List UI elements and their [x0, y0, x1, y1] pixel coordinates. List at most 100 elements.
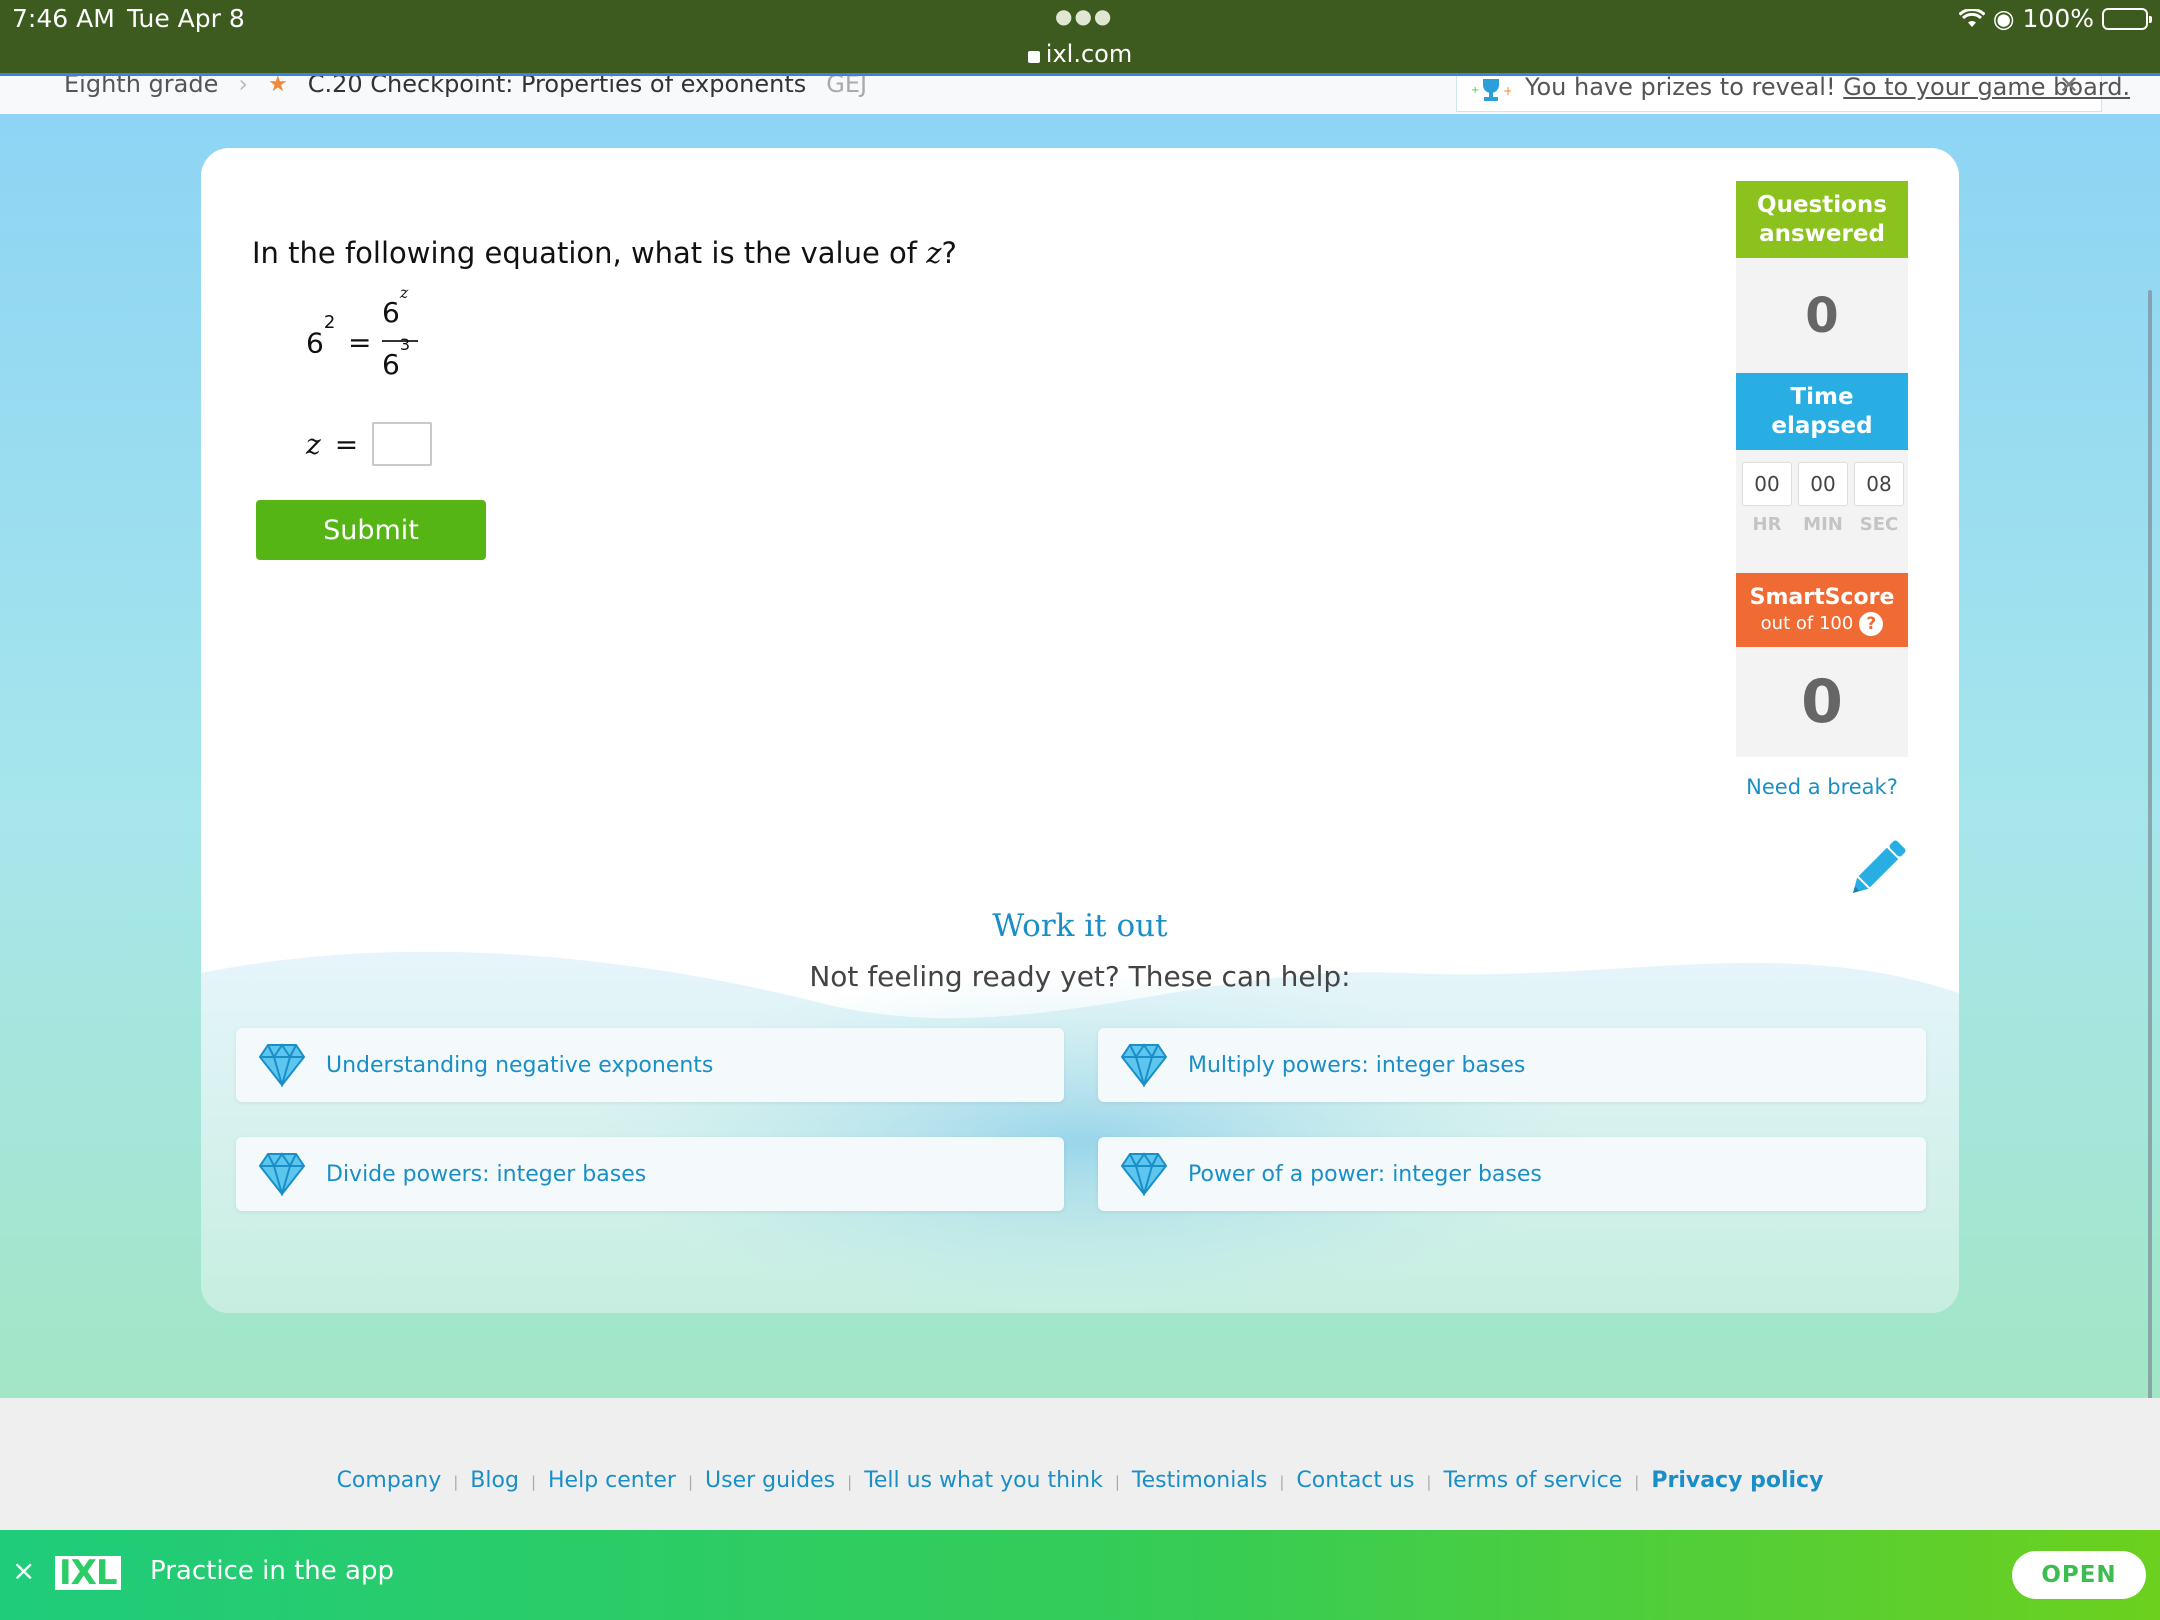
equals-sign: = — [348, 326, 372, 359]
answer-input[interactable] — [372, 422, 433, 466]
ixl-logo: IXL — [55, 1556, 121, 1590]
footer-link-contact[interactable]: Contact us — [1296, 1468, 1414, 1493]
divider: | — [847, 1473, 853, 1491]
divider: | — [687, 1473, 693, 1491]
svg-text:+: + — [1503, 84, 1511, 98]
help-skill-label: Power of a power: integer bases — [1188, 1161, 1542, 1187]
close-icon[interactable]: ✕ — [2059, 76, 2079, 99]
diamond-icon — [258, 1152, 306, 1196]
diamond-icon — [1120, 1152, 1168, 1196]
close-icon[interactable]: × — [12, 1554, 35, 1587]
battery-icon — [2102, 7, 2152, 30]
status-bar: 7:46 AM Tue Apr 8 ●●● ixl.com ◉ 100% — [0, 0, 2160, 76]
status-time: 7:46 AM — [12, 4, 115, 33]
numerator-base: 6 — [382, 296, 400, 329]
footer-link-blog[interactable]: Blog — [470, 1468, 519, 1493]
url-text: ixl.com — [1045, 40, 1133, 68]
tab-overview-dots[interactable]: ●●● — [1055, 4, 1113, 28]
pencil-icon[interactable] — [1841, 833, 1913, 905]
question-prompt: In the following equation, what is the v… — [252, 236, 917, 270]
timer-hours-label: HR — [1752, 514, 1782, 535]
help-skill-card[interactable]: Multiply powers: integer bases — [1098, 1028, 1926, 1102]
help-skill-label: Divide powers: integer bases — [326, 1161, 647, 1187]
prize-banner: + + You have prizes to reveal! Go to your… — [1456, 76, 2130, 112]
question-variable: z — [926, 236, 942, 270]
divider: | — [1279, 1473, 1285, 1491]
scrollbar[interactable] — [2148, 290, 2152, 1530]
footer-link-feedback[interactable]: Tell us what you think — [864, 1468, 1103, 1493]
answer-equals: = — [334, 427, 359, 461]
stats-panel: Questions answered 0 Time elapsed 00 00 … — [1736, 181, 1908, 799]
divider: | — [1634, 1473, 1640, 1491]
smartscore-value: 0 — [1736, 647, 1908, 757]
skill-code: GEJ — [826, 76, 868, 98]
help-skill-card[interactable]: Understanding negative exponents — [236, 1028, 1064, 1102]
time-elapsed-label: Time elapsed — [1736, 373, 1908, 450]
footer-link-terms[interactable]: Terms of service — [1443, 1468, 1622, 1493]
footer: Company | Blog | Help center | User guides | Tel… — [0, 1398, 2160, 1530]
orientation-lock-icon: ◉ — [1992, 4, 2015, 33]
denominator-exponent: 3 — [399, 334, 411, 354]
diamond-icon — [258, 1043, 306, 1087]
smartscore-subtitle: out of 100? — [1761, 612, 1884, 636]
work-it-out-subtitle: Not feeling ready yet? These can help: — [809, 960, 1351, 993]
battery-percent: 100% — [2022, 4, 2094, 33]
help-skill-card[interactable]: Power of a power: integer bases — [1098, 1137, 1926, 1211]
trophy-icon: + + — [1471, 79, 1511, 101]
footer-link-help-center[interactable]: Help center — [548, 1468, 676, 1493]
timer-seconds-label: SEC — [1859, 514, 1899, 535]
open-app-button[interactable]: OPEN — [2012, 1551, 2146, 1599]
chevron-right-icon: › — [238, 76, 248, 98]
help-skill-label: Understanding negative exponents — [326, 1052, 714, 1078]
questions-answered-value: 0 — [1736, 258, 1908, 373]
svg-text:+: + — [1471, 85, 1479, 96]
equation-lhs: 62 — [306, 312, 335, 360]
footer-link-company[interactable]: Company — [337, 1468, 442, 1493]
timer[interactable]: 00 00 08 HR MIN SEC — [1736, 450, 1908, 573]
prize-text: You have prizes to reveal! — [1525, 76, 1836, 101]
help-icon[interactable]: ? — [1859, 612, 1884, 636]
numerator-exponent: z — [399, 282, 409, 302]
footer-links: Company | Blog | Help center | User guides | Tel… — [0, 1468, 2160, 1493]
divider: | — [530, 1473, 536, 1491]
lhs-base: 6 — [306, 326, 324, 360]
question-text: In the following equation, what is the v… — [252, 236, 957, 270]
answer-row: z = — [306, 422, 433, 466]
breadcrumb-grade[interactable]: Eighth grade — [64, 76, 218, 98]
diamond-icon — [1120, 1043, 1168, 1087]
timer-hours: 00 — [1742, 462, 1792, 506]
app-banner-text: Practice in the app — [150, 1556, 394, 1586]
questions-answered-label: Questions answered — [1736, 181, 1908, 258]
divider: | — [1426, 1473, 1432, 1491]
divider: | — [453, 1473, 459, 1491]
lock-icon — [1027, 51, 1040, 63]
address-bar[interactable]: ixl.com — [0, 40, 2160, 68]
need-a-break-link[interactable]: Need a break? — [1736, 775, 1908, 799]
question-end: ? — [941, 236, 957, 270]
footer-link-user-guides[interactable]: User guides — [705, 1468, 835, 1493]
wifi-icon — [1958, 8, 1985, 29]
breadcrumb-skill: C.20 Checkpoint: Properties of exponents — [307, 76, 807, 98]
answer-variable: z — [306, 427, 321, 461]
help-skill-label: Multiply powers: integer bases — [1188, 1052, 1526, 1078]
help-skill-card[interactable]: Divide powers: integer bases — [236, 1137, 1064, 1211]
star-icon: ★ — [267, 76, 288, 97]
footer-link-testimonials[interactable]: Testimonials — [1132, 1468, 1267, 1493]
timer-minutes-label: MIN — [1803, 514, 1843, 535]
smartscore-sub-text: out of 100 — [1760, 613, 1854, 634]
fraction-numerator: 6z — [382, 283, 408, 329]
smartscore-header: SmartScore out of 100? — [1736, 573, 1908, 647]
practice-card: In the following equation, what is the v… — [201, 148, 1959, 1313]
footer-link-privacy[interactable]: Privacy policy — [1651, 1468, 1823, 1493]
fraction-denominator: 63 — [382, 335, 410, 381]
game-board-link[interactable]: Go to your game board. — [1843, 76, 2130, 101]
work-it-out-title: Work it out — [992, 908, 1168, 944]
lhs-exponent: 2 — [323, 312, 336, 333]
submit-button[interactable]: Submit — [256, 500, 486, 560]
timer-minutes: 00 — [1798, 462, 1848, 506]
divider: | — [1114, 1473, 1120, 1491]
denominator-base: 6 — [382, 348, 400, 381]
timer-seconds: 08 — [1854, 462, 1904, 506]
smartscore-label: SmartScore — [1749, 585, 1895, 610]
status-date: Tue Apr 8 — [127, 4, 245, 33]
